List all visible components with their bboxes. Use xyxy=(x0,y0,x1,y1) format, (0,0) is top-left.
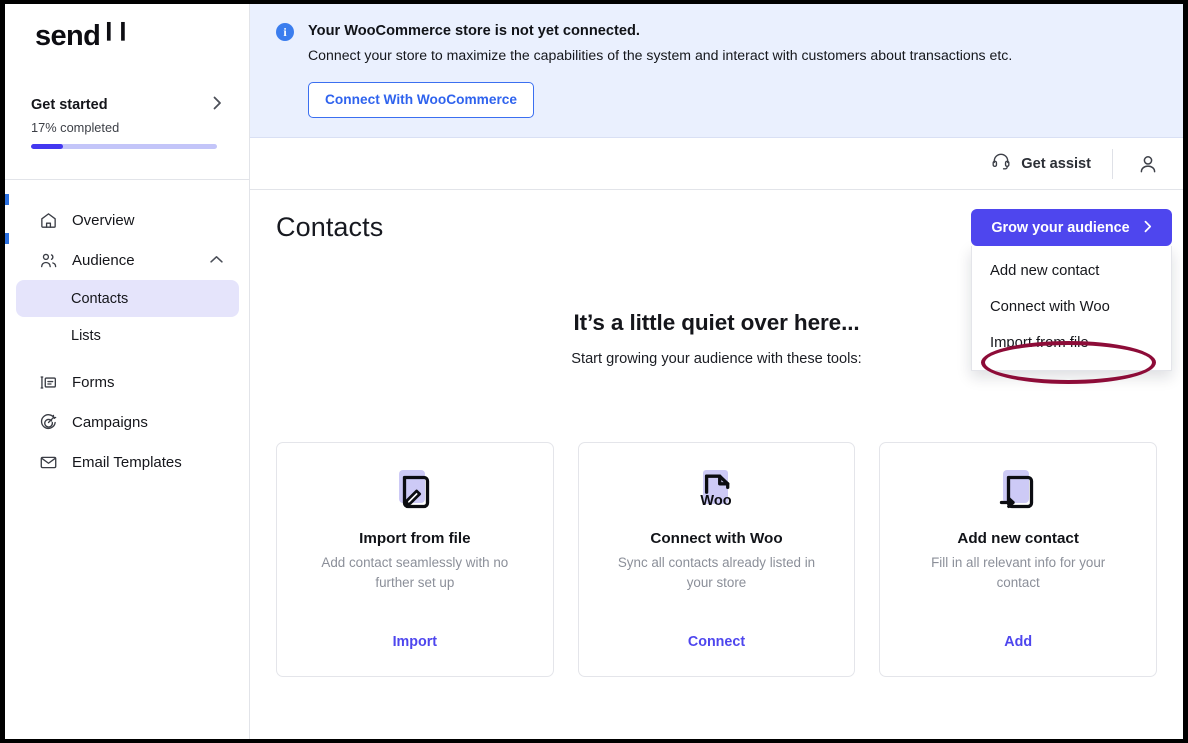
menu-item-import-from-file[interactable]: Import from file xyxy=(972,325,1171,361)
get-assist-label: Get assist xyxy=(1021,155,1091,172)
menu-item-connect-with-woo[interactable]: Connect with Woo xyxy=(972,289,1171,325)
sidebar-item-contacts[interactable]: Contacts xyxy=(16,280,239,317)
users-icon xyxy=(37,249,59,271)
woocommerce-notice-banner: i Your WooCommerce store is not yet conn… xyxy=(250,4,1183,139)
woo-document-icon: Woo xyxy=(694,467,740,513)
card-description: Sync all contacts already listed in your… xyxy=(617,555,816,590)
sidebar-item-forms[interactable]: Forms xyxy=(16,362,239,402)
sidebar-item-label: Audience xyxy=(72,251,135,269)
grow-audience-menu: Add new contact Connect with Woo Import … xyxy=(971,246,1172,385)
edge-marker-tick xyxy=(5,194,9,205)
edge-marker-tick xyxy=(5,233,9,244)
card-action-add[interactable]: Add xyxy=(1004,634,1032,650)
card-import-from-file[interactable]: Import from file Add contact seamlessly … xyxy=(276,442,554,678)
sidebar-item-label: Campaigns xyxy=(72,413,148,431)
svg-text:Woo: Woo xyxy=(700,493,731,509)
grow-audience-dropdown: Grow your audience Add new contact Conne… xyxy=(971,209,1172,385)
sidebar-item-label: Contacts xyxy=(71,290,129,307)
document-arrow-in-icon xyxy=(995,467,1041,513)
sidebar-nav: Overview Audience Contacts Lists Forms C… xyxy=(5,200,250,482)
card-description: Fill in all relevant info for your conta… xyxy=(931,555,1106,590)
sidebar-item-overview[interactable]: Overview xyxy=(16,200,239,240)
mail-icon xyxy=(37,451,59,473)
card-title: Import from file xyxy=(359,530,471,548)
card-add-new-contact[interactable]: Add new contact Fill in all relevant inf… xyxy=(879,442,1158,678)
progress-bar-fill xyxy=(31,144,63,149)
notice-subtitle: Connect your store to maximize the capab… xyxy=(308,47,1013,64)
forms-icon xyxy=(37,371,59,393)
get-started-title: Get started xyxy=(31,96,108,113)
sidebar-divider xyxy=(5,179,250,180)
headset-icon xyxy=(991,151,1011,176)
sidebar-item-label: Forms xyxy=(72,373,115,391)
sidebar-item-label: Overview xyxy=(72,211,135,229)
menu-item-label: Import from file xyxy=(990,335,1089,352)
menu-item-label: Add new contact xyxy=(990,263,1100,280)
sidebar-item-audience[interactable]: Audience xyxy=(16,240,239,280)
card-action-import[interactable]: Import xyxy=(393,634,437,650)
main-area: i Your WooCommerce store is not yet conn… xyxy=(250,4,1183,739)
brand-logo[interactable]: send❙❙ xyxy=(35,20,130,52)
chevron-up-icon[interactable] xyxy=(210,251,223,269)
get-started-progress-label: 17% completed xyxy=(31,120,120,135)
sidebar-item-campaigns[interactable]: Campaigns xyxy=(16,402,239,442)
progress-bar-track xyxy=(31,144,217,149)
app-window: send❙❙ Get started 17% completed Overvie… xyxy=(5,4,1183,739)
get-started-block[interactable]: Get started 17% completed xyxy=(5,96,250,149)
content-area: Contacts Grow your audience Add new cont… xyxy=(250,190,1183,739)
page-title: Contacts xyxy=(276,212,384,243)
sidebar-item-label: Lists xyxy=(71,327,101,344)
notice-title: Your WooCommerce store is not yet connec… xyxy=(308,23,640,39)
card-title: Connect with Woo xyxy=(650,530,783,548)
user-icon xyxy=(1140,155,1156,173)
chevron-right-icon[interactable] xyxy=(213,96,224,113)
topbar: Get assist xyxy=(250,138,1183,191)
get-assist-button[interactable]: Get assist xyxy=(991,151,1112,176)
target-icon xyxy=(37,411,59,433)
info-icon: i xyxy=(276,23,294,41)
grow-your-audience-button[interactable]: Grow your audience xyxy=(971,209,1172,247)
avatar[interactable] xyxy=(1113,138,1183,190)
home-icon xyxy=(37,209,59,231)
sidebar-item-label: Email Templates xyxy=(72,453,182,471)
chevron-right-icon xyxy=(1144,220,1152,236)
menu-item-label: Connect with Woo xyxy=(990,299,1110,316)
sidebar: send❙❙ Get started 17% completed Overvie… xyxy=(5,4,250,739)
brand-logo-text: send xyxy=(35,20,101,52)
card-description: Add contact seamlessly with no further s… xyxy=(321,555,509,590)
card-connect-with-woo[interactable]: Woo Connect with Woo Sync all contacts a… xyxy=(577,442,856,678)
sidebar-item-lists[interactable]: Lists xyxy=(16,317,239,354)
card-title: Add new contact xyxy=(957,530,1079,548)
grow-button-label: Grow your audience xyxy=(991,219,1130,236)
sidebar-item-email-templates[interactable]: Email Templates xyxy=(16,442,239,482)
connect-with-woocommerce-button[interactable]: Connect With WooCommerce xyxy=(308,82,535,119)
menu-item-add-new-contact[interactable]: Add new contact xyxy=(972,253,1171,289)
card-action-connect[interactable]: Connect xyxy=(688,634,745,650)
brand-logo-ticks: ❙❙ xyxy=(101,20,130,40)
tools-card-grid: Import from file Add contact seamlessly … xyxy=(276,442,1158,678)
document-pencil-icon xyxy=(392,467,438,513)
